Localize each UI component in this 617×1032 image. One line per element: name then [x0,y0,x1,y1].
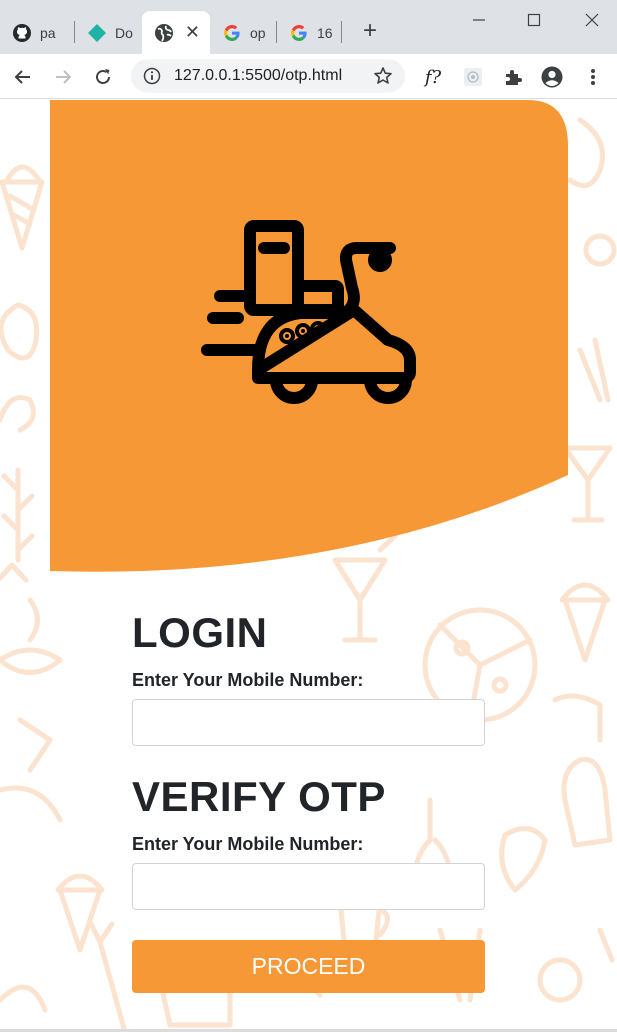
menu-kebab-icon[interactable] [582,66,604,88]
tab-label: Do [115,24,133,41]
tab-google-1[interactable]: op [210,11,275,54]
bookmark-star-icon[interactable] [373,66,393,86]
back-icon[interactable] [10,64,36,90]
address-bar[interactable]: 127.0.0.1:5500/otp.html [131,59,405,93]
minimize-icon[interactable] [465,6,493,34]
tab-docs[interactable]: Do [75,11,140,54]
browser-toolbar: 127.0.0.1:5500/otp.html f? [0,54,617,99]
page-viewport: LOGIN Enter Your Mobile Number: VERIFY O… [0,100,617,1032]
maximize-icon[interactable] [520,6,548,34]
verify-otp-input[interactable] [132,863,485,910]
tab-divider [341,21,342,43]
login-form: LOGIN Enter Your Mobile Number: VERIFY O… [132,608,485,993]
new-tab-button[interactable]: + [357,19,383,45]
reload-icon[interactable] [90,64,116,90]
formula-extension-icon[interactable]: f? [422,66,444,88]
tab-label: pa [40,24,56,41]
close-window-icon[interactable] [578,6,606,34]
google-icon [289,23,309,43]
google-icon [222,23,242,43]
close-tab-icon[interactable]: ✕ [185,23,200,41]
globe-icon [154,23,174,43]
hero-banner [50,100,568,572]
site-info-icon[interactable] [143,67,161,85]
login-mobile-label: Enter Your Mobile Number: [132,670,364,690]
proceed-button[interactable]: PROCEED [132,940,485,993]
profile-avatar-icon[interactable] [541,66,563,88]
tab-label: 16 [317,24,333,41]
github-icon [12,23,32,43]
url-text: 127.0.0.1:5500/otp.html [174,67,343,84]
tab-google-2[interactable]: 16 [277,11,339,54]
tab-strip: pa Do ✕ op 16 + [0,0,617,54]
puzzle-icon[interactable] [502,66,524,88]
login-mobile-input[interactable] [132,699,485,746]
tab-current[interactable]: ✕ [142,11,210,54]
diamond-icon [87,23,107,43]
extension-icon[interactable] [462,66,484,88]
tab-github[interactable]: pa [0,11,72,54]
login-title: LOGIN [132,609,268,656]
tab-label: op [250,24,266,41]
verify-otp-title: VERIFY OTP [132,773,386,820]
verify-mobile-label: Enter Your Mobile Number: [132,834,364,854]
forward-icon[interactable] [50,64,76,90]
